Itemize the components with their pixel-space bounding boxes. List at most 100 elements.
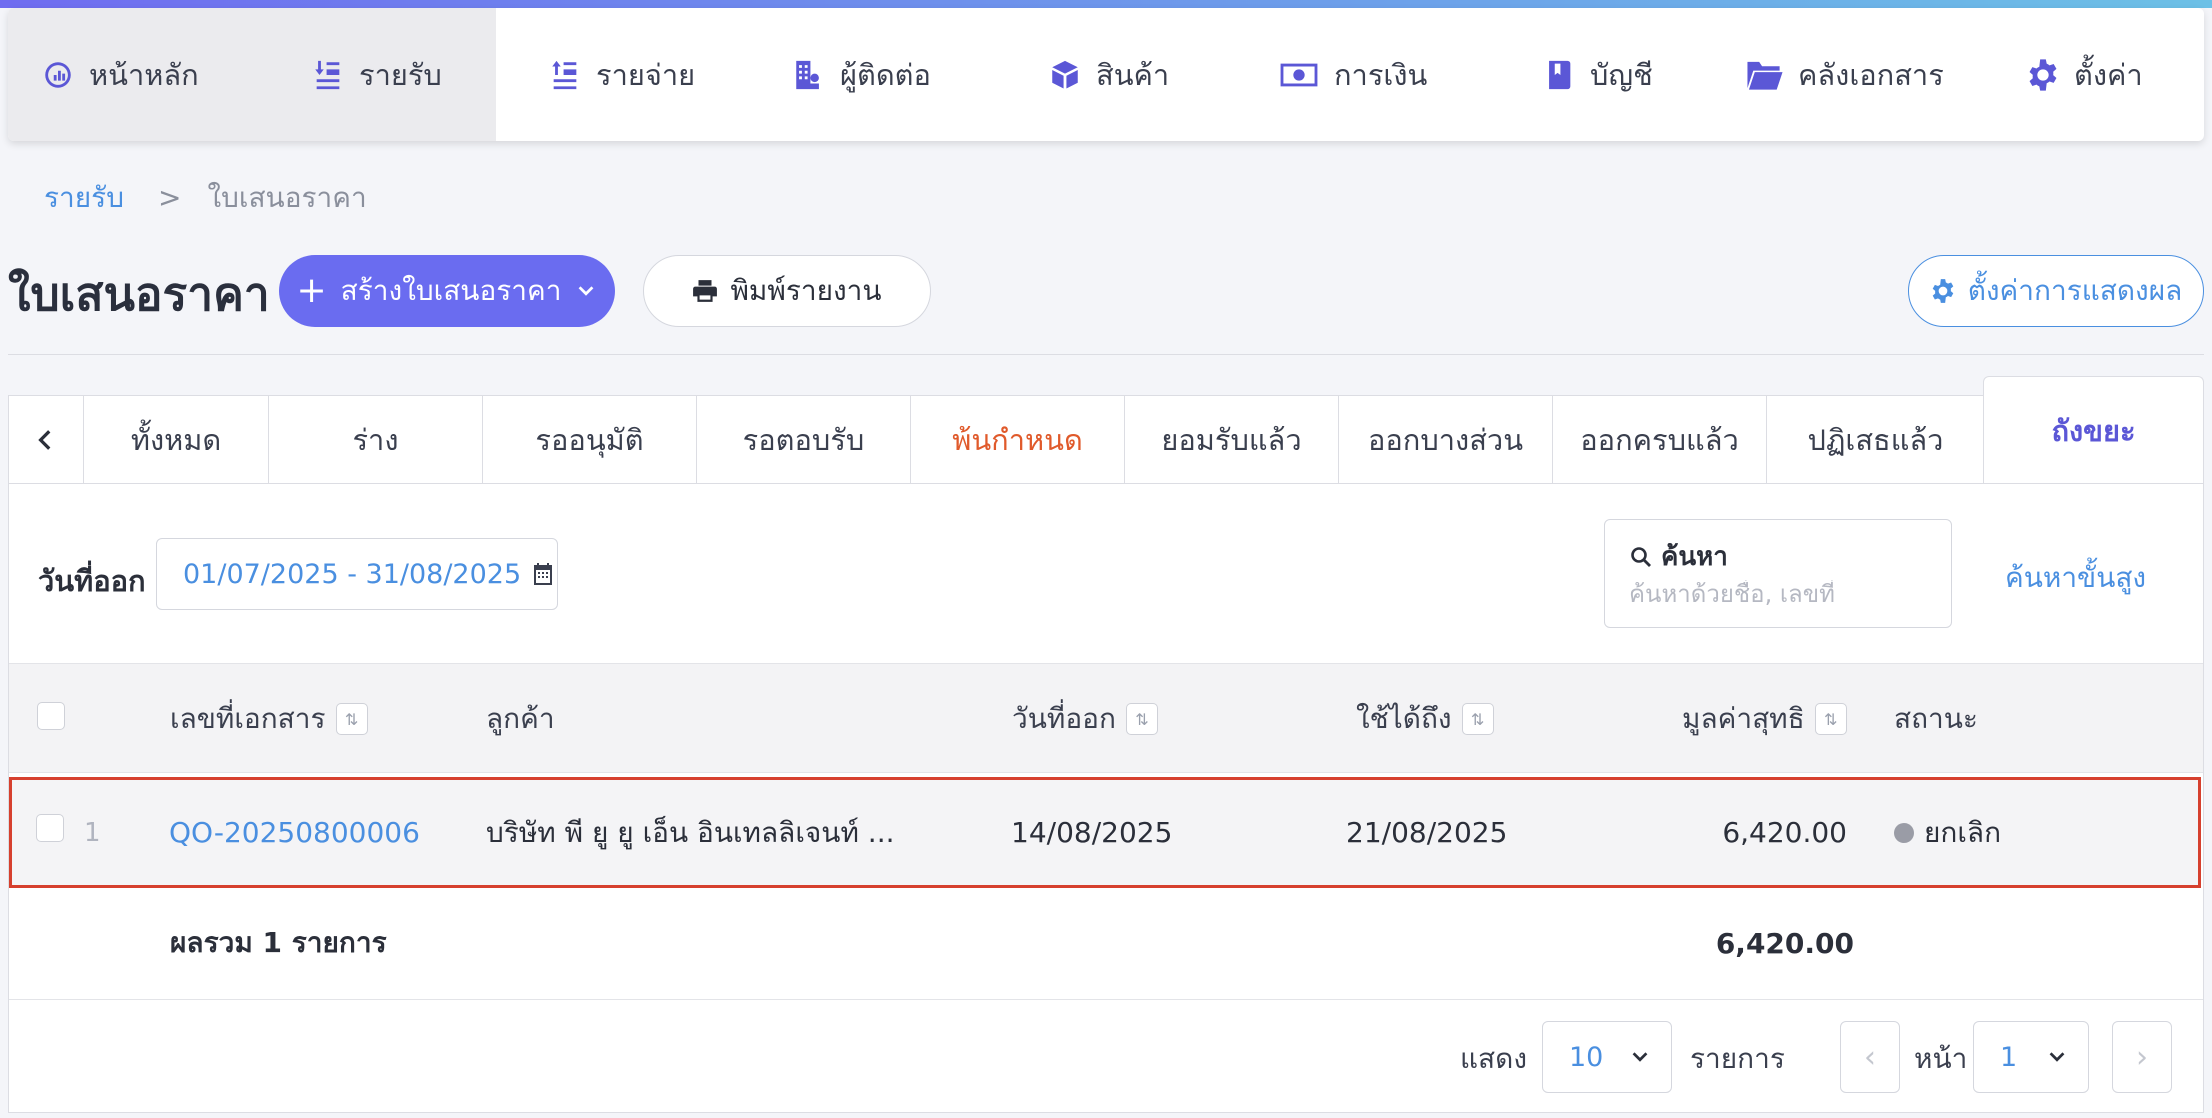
sort-icon[interactable]: ⇅ bbox=[1815, 703, 1847, 735]
create-quotation-label: สร้างใบเสนอราคา bbox=[341, 269, 562, 313]
prev-page-button[interactable]: ‹ bbox=[1840, 1021, 1900, 1093]
advanced-search-link[interactable]: ค้นหาขั้นสูง bbox=[2005, 556, 2146, 600]
chevron-left-icon: ‹ bbox=[1864, 1040, 1876, 1075]
print-report-label: พิมพ์รายงาน bbox=[730, 269, 881, 313]
nav-item-expense[interactable]: รายจ่าย bbox=[548, 8, 695, 141]
header-doc-no[interactable]: เลขที่เอกสาร ⇅ bbox=[170, 664, 368, 774]
expense-icon bbox=[548, 58, 582, 92]
status-tabs: ทั้งหมด ร่าง รออนุมัติ รอตอบรับ พ้นกำหนด… bbox=[8, 395, 2204, 483]
row-index: 1 bbox=[84, 780, 101, 885]
tab-fully-issued[interactable]: ออกครบแล้ว bbox=[1552, 396, 1766, 484]
display-settings-button[interactable]: ตั้งค่าการแสดงผล bbox=[1908, 255, 2204, 327]
plus-icon: + bbox=[297, 273, 327, 309]
header-customer-label: ลูกค้า bbox=[486, 697, 555, 741]
main-nav: หน้าหลัก รายรับ รายจ่าย ผู้ติดต่อ สินค้า… bbox=[8, 8, 2204, 141]
display-settings-label: ตั้งค่าการแสดงผล bbox=[1968, 269, 2183, 313]
tabs-back-button[interactable] bbox=[9, 396, 83, 484]
page-select[interactable]: 1 bbox=[1973, 1021, 2089, 1093]
tab-awaiting-approval[interactable]: รออนุมัติ bbox=[482, 396, 696, 484]
table-row[interactable]: 1 QO-20250800006 บริษัท พี ยู ยู เอ็น อิ… bbox=[9, 777, 2201, 888]
doc-number-link[interactable]: QO-20250800006 bbox=[169, 780, 420, 885]
sort-icon[interactable]: ⇅ bbox=[1126, 703, 1158, 735]
sort-icon[interactable]: ⇅ bbox=[1462, 703, 1494, 735]
header-net-value-label: มูลค่าสุทธิ bbox=[1682, 697, 1805, 741]
calendar-icon bbox=[531, 561, 555, 587]
header-valid-until[interactable]: ใช้ได้ถึง ⇅ bbox=[1356, 664, 1494, 774]
nav-item-settings[interactable]: ตั้งค่า bbox=[2026, 8, 2143, 141]
total-row: ผลรวม 1 รายการ 6,420.00 bbox=[9, 888, 2203, 1000]
nav-item-income[interactable]: รายรับ bbox=[311, 8, 442, 141]
status-badge: ยกเลิก bbox=[1894, 780, 2001, 885]
chevron-left-icon bbox=[33, 427, 59, 453]
breadcrumb: รายรับ > ใบเสนอราคา bbox=[44, 176, 367, 220]
tab-partially-issued[interactable]: ออกบางส่วน bbox=[1338, 396, 1552, 484]
chevron-right-icon: › bbox=[2136, 1040, 2148, 1075]
header-doc-no-label: เลขที่เอกสาร bbox=[170, 697, 326, 741]
tab-draft[interactable]: ร่าง bbox=[268, 396, 482, 484]
tab-rejected[interactable]: ปฏิเสธแล้ว bbox=[1766, 396, 1984, 484]
nav-item-label: ตั้งค่า bbox=[2074, 52, 2143, 98]
header-valid-until-label: ใช้ได้ถึง bbox=[1356, 697, 1452, 741]
breadcrumb-current: ใบเสนอราคา bbox=[207, 181, 366, 214]
next-page-button[interactable]: › bbox=[2112, 1021, 2172, 1093]
chevron-down-icon bbox=[1629, 1046, 1651, 1068]
issue-date: 14/08/2025 bbox=[1011, 780, 1172, 885]
nav-item-label: หน้าหลัก bbox=[89, 52, 199, 98]
header-divider bbox=[8, 354, 2204, 355]
nav-item-label: รายจ่าย bbox=[596, 52, 695, 98]
nav-item-accounting[interactable]: บัญชี bbox=[1542, 8, 1653, 141]
valid-until-date: 21/08/2025 bbox=[1346, 780, 1507, 885]
header-issue-date-label: วันที่ออก bbox=[1012, 697, 1116, 741]
sort-icon[interactable]: ⇅ bbox=[336, 703, 368, 735]
tab-awaiting-response[interactable]: รอตอบรับ bbox=[696, 396, 910, 484]
search-box: ค้นหา bbox=[1604, 519, 1952, 628]
income-icon bbox=[311, 58, 345, 92]
folder-icon bbox=[1746, 58, 1784, 92]
select-all-checkbox[interactable] bbox=[37, 702, 65, 730]
nav-item-label: บัญชี bbox=[1590, 52, 1653, 98]
status-label: ยกเลิก bbox=[1924, 811, 2001, 855]
page-label: หน้า bbox=[1914, 1023, 1967, 1095]
gear-icon bbox=[2026, 58, 2060, 92]
header-customer: ลูกค้า bbox=[486, 664, 555, 774]
page-size-select[interactable]: 10 bbox=[1542, 1021, 1672, 1093]
search-input[interactable] bbox=[1629, 580, 1929, 608]
page-size-value: 10 bbox=[1569, 1042, 1603, 1073]
tab-trash[interactable]: ถังขยะ bbox=[1983, 376, 2204, 484]
issue-date-label: วันที่ออก bbox=[38, 558, 146, 604]
breadcrumb-parent-link[interactable]: รายรับ bbox=[44, 181, 124, 214]
status-dot bbox=[1894, 823, 1914, 843]
printer-icon bbox=[692, 278, 718, 304]
header-status: สถานะ bbox=[1894, 664, 1978, 774]
breadcrumb-separator: > bbox=[158, 181, 181, 214]
tab-accepted[interactable]: ยอมรับแล้ว bbox=[1124, 396, 1338, 484]
nav-item-documents[interactable]: คลังเอกสาร bbox=[1746, 8, 1944, 141]
search-label: ค้นหา bbox=[1661, 536, 1728, 577]
total-label: ผลรวม 1 รายการ bbox=[170, 888, 387, 998]
nav-item-label: สินค้า bbox=[1096, 52, 1169, 98]
nav-item-home[interactable]: หน้าหลัก bbox=[41, 8, 199, 141]
nav-item-finance[interactable]: การเงิน bbox=[1278, 8, 1427, 141]
box-icon bbox=[1048, 58, 1082, 92]
customer-name: บริษัท พี ยู ยู เอ็น อินเทลลิเจนท์ ... bbox=[486, 780, 895, 885]
header-status-label: สถานะ bbox=[1894, 697, 1978, 741]
date-range-picker[interactable]: 01/07/2025 - 31/08/2025 bbox=[156, 538, 558, 610]
nav-item-label: รายรับ bbox=[359, 52, 442, 98]
gear-icon bbox=[1930, 278, 1956, 304]
contacts-icon bbox=[792, 58, 826, 92]
items-label: รายการ bbox=[1690, 1023, 1785, 1095]
money-icon bbox=[1278, 58, 1320, 92]
search-label-row: ค้นหา bbox=[1629, 536, 1728, 577]
tab-overdue[interactable]: พ้นกำหนด bbox=[910, 396, 1124, 484]
print-report-button[interactable]: พิมพ์รายงาน bbox=[643, 255, 931, 327]
chevron-down-icon bbox=[2046, 1046, 2068, 1068]
nav-item-contacts[interactable]: ผู้ติดต่อ bbox=[792, 8, 931, 141]
row-checkbox[interactable] bbox=[36, 814, 64, 842]
nav-item-products[interactable]: สินค้า bbox=[1048, 8, 1169, 141]
create-quotation-button[interactable]: + สร้างใบเสนอราคา bbox=[279, 255, 615, 327]
page-size-label: แสดง bbox=[1460, 1023, 1527, 1095]
tab-all[interactable]: ทั้งหมด bbox=[83, 396, 268, 484]
header-issue-date[interactable]: วันที่ออก ⇅ bbox=[1012, 664, 1158, 774]
header-net-value[interactable]: มูลค่าสุทธิ ⇅ bbox=[1682, 664, 1847, 774]
nav-item-label: การเงิน bbox=[1334, 52, 1427, 98]
